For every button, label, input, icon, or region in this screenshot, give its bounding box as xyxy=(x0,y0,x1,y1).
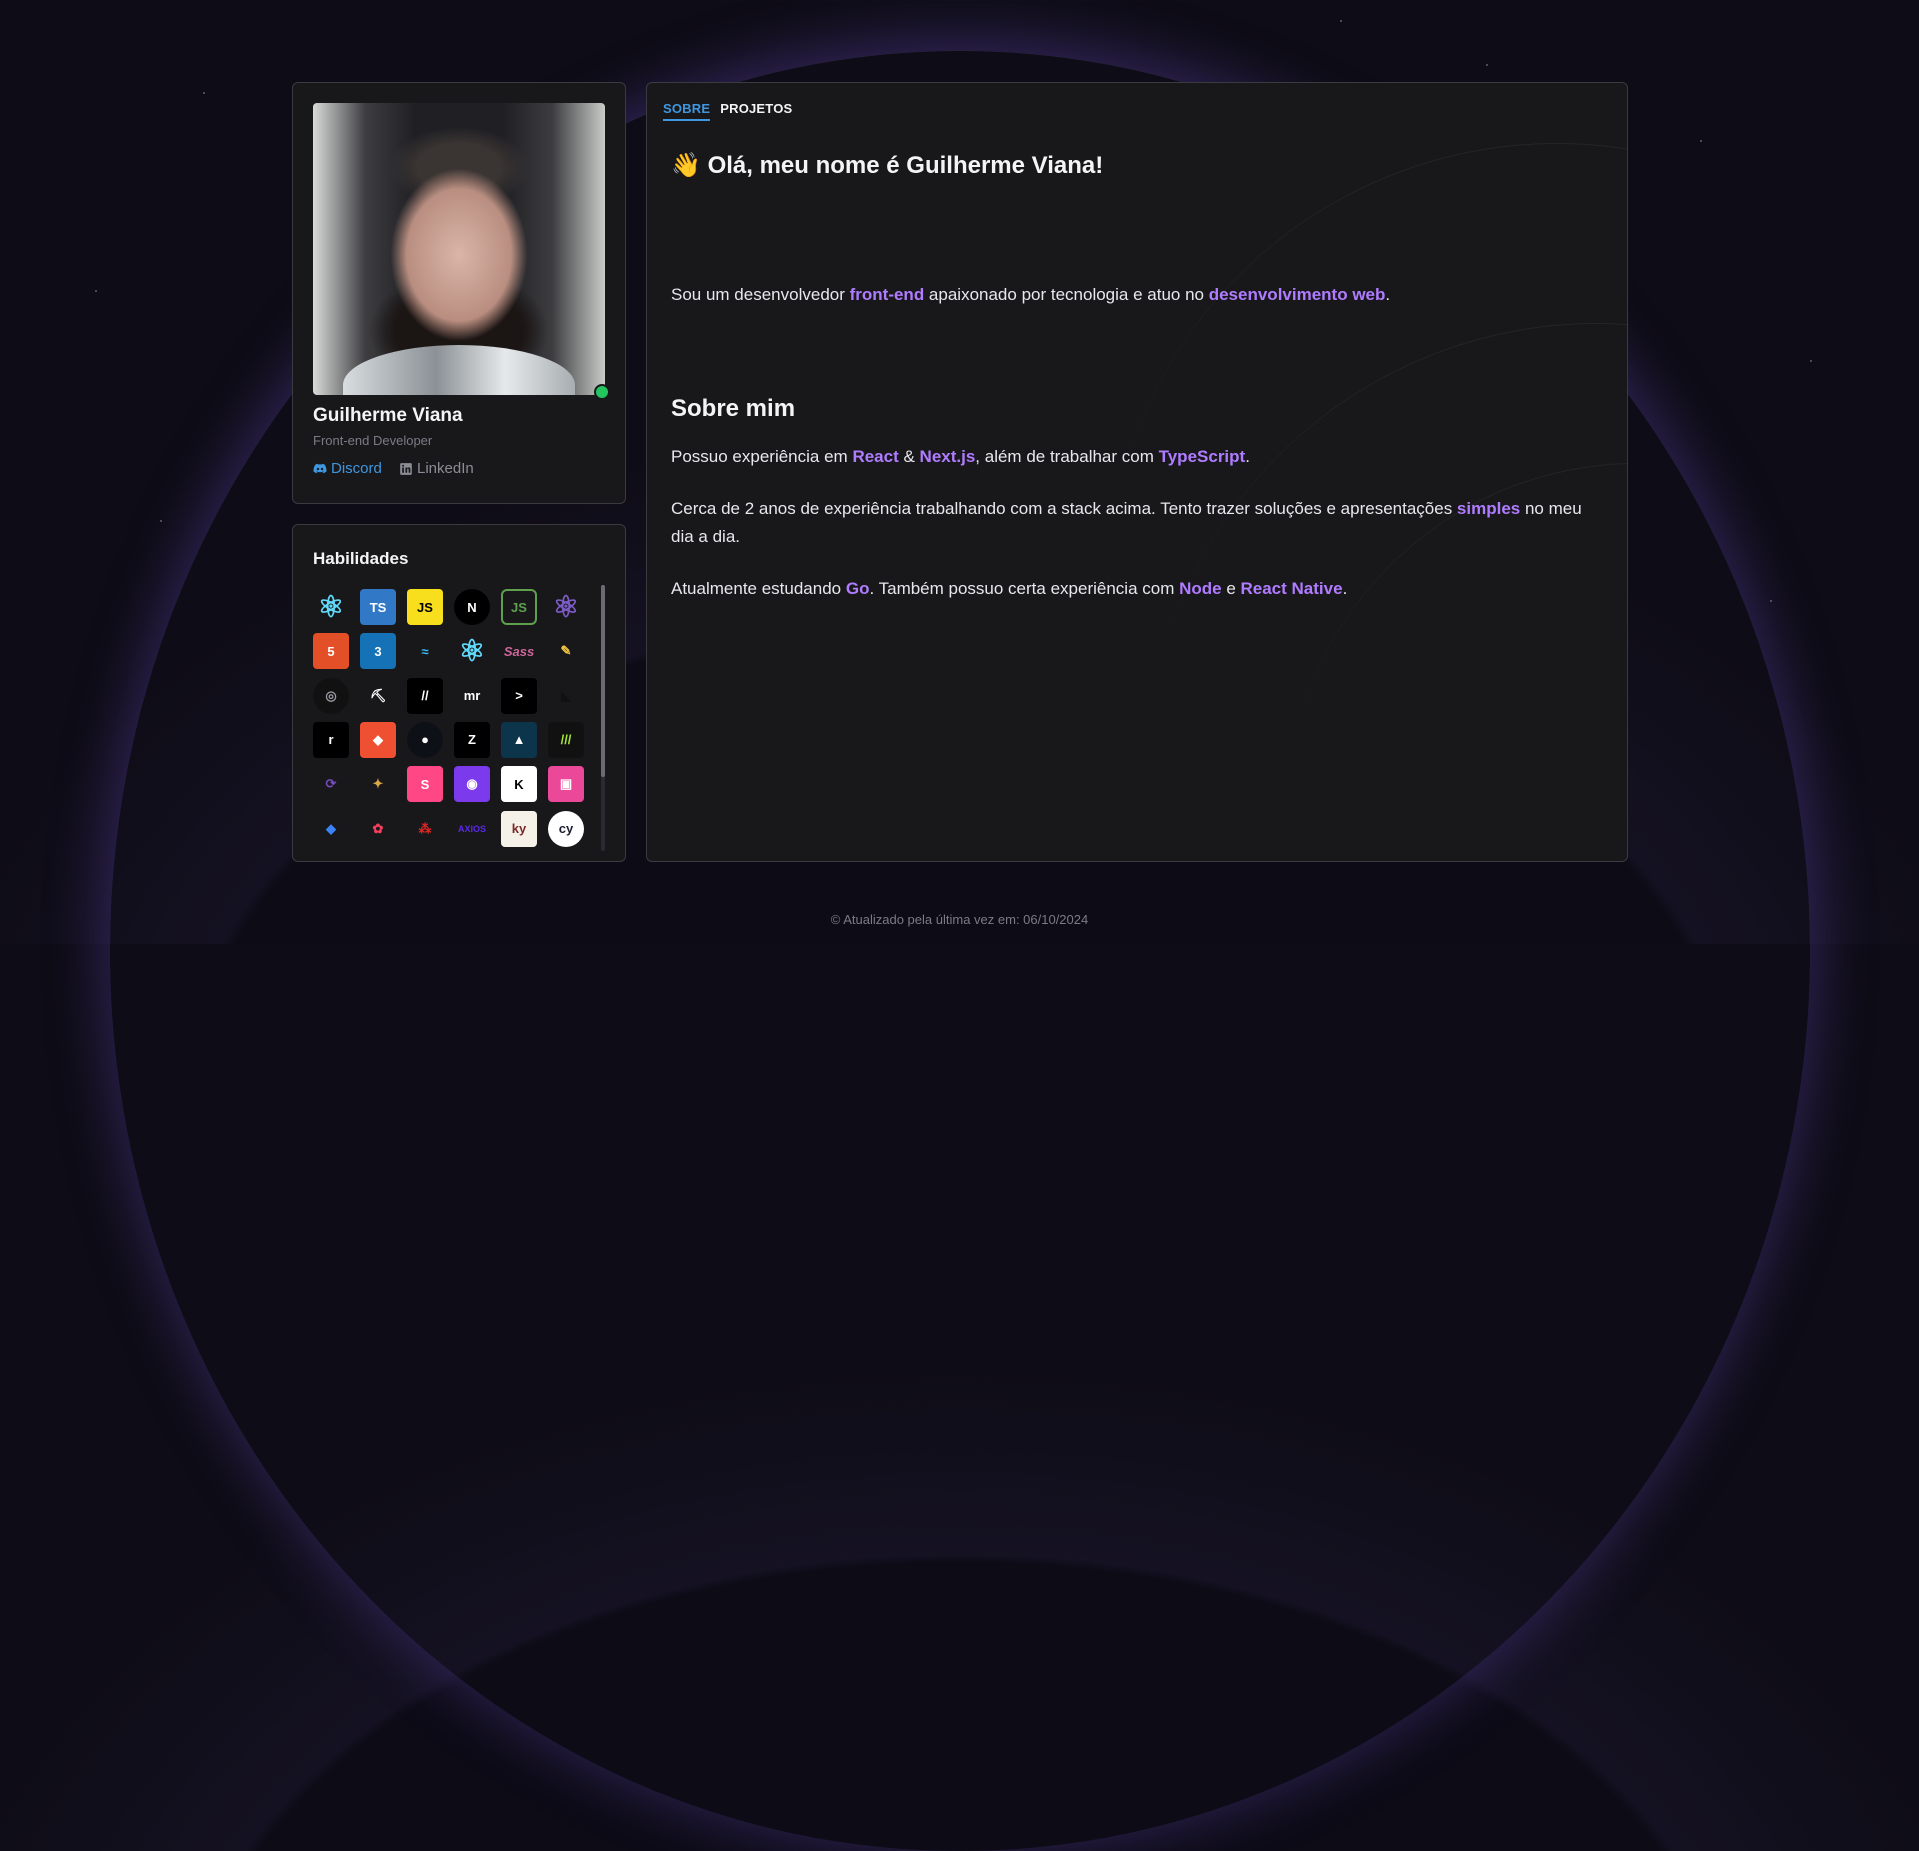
skill-storybook-icon: S xyxy=(407,766,443,803)
greeting-heading: 👋 Olá, meu nome é Guilherme Viana! xyxy=(671,151,1103,180)
intro-highlight-webdev: desenvolvimento web xyxy=(1208,285,1386,304)
skill-git-icon: ◆ xyxy=(360,721,396,758)
skill-react-native-icon: ⚛ xyxy=(458,634,486,668)
background-star xyxy=(95,290,97,292)
p1-highlight-nextjs: Next.js xyxy=(919,447,976,466)
skill-html5-icon: 5 xyxy=(313,633,349,670)
skill-stitches-icon: ◎ xyxy=(313,677,349,714)
skills-scrollbar-thumb[interactable] xyxy=(601,585,605,777)
skill-react-purple-icon: ⚛ xyxy=(552,590,580,624)
footer-updated-text: © Atualizado pela última vez em: 06/10/2… xyxy=(830,912,1089,927)
skill-zod-icon: Z xyxy=(454,721,490,758)
intro-text-1: Sou um desenvolvedor xyxy=(671,285,850,304)
experience-paragraph: Possuo experiência em React & Next.js, a… xyxy=(671,443,1250,471)
p1-highlight-typescript: TypeScript xyxy=(1158,447,1246,466)
skill-clipboard-icon: ▣ xyxy=(548,766,584,803)
skill-prisma-icon: ▲ xyxy=(501,721,537,758)
p1-text-3: , além de trabalhar com xyxy=(975,447,1159,466)
online-status-indicator xyxy=(594,384,610,400)
skill-bird-icon: ✦ xyxy=(372,776,384,792)
linkedin-link[interactable]: LinkedIn xyxy=(399,460,474,477)
skill-sass-icon: Sass xyxy=(503,643,535,659)
skill-framer-icon: ◣ xyxy=(561,687,571,703)
skill-pencil-icon: ✎ xyxy=(560,643,572,659)
skill-css3-icon: 3 xyxy=(360,633,396,670)
profile-role: Front-end Developer xyxy=(313,433,433,448)
linkedin-icon xyxy=(400,462,412,475)
about-me-heading: Sobre mim xyxy=(671,395,796,422)
waving-hand-emoji: 👋 xyxy=(671,152,701,179)
skill-dots-icon: ⁂ xyxy=(418,820,432,836)
intro-text-3: . xyxy=(1385,285,1391,304)
p3-text-4: . xyxy=(1342,579,1348,598)
skill-tailwindcss-icon: ≈ xyxy=(421,643,429,659)
skill-nextjs-icon: N xyxy=(454,589,490,625)
p1-text-4: . xyxy=(1245,447,1250,466)
linkedin-link-label: LinkedIn xyxy=(417,460,474,477)
skill-flower-icon: ✿ xyxy=(372,820,384,836)
skills-grid: ⚛ TS JS N JS ⚛ 5 3 ≈ ⚛ Sass ✎ ◎ ⛏ // mr > ◣ r ◆ ● Z ▲ /// ⟳ ✦ S ◉ K ▣… xyxy=(313,589,595,847)
skill-shadcn-icon: // xyxy=(407,677,443,714)
profile-card: Guilherme Viana Front-end Developer Disc… xyxy=(292,82,626,504)
stack-paragraph: Cerca de 2 anos de experiência trabalhan… xyxy=(671,495,1601,551)
p3-highlight-node: Node xyxy=(1179,579,1222,598)
p1-highlight-react: React xyxy=(852,447,899,466)
p3-text-1: Atualmente estudando xyxy=(671,579,846,598)
discord-link-label: Discord xyxy=(331,460,382,477)
skill-javascript-icon: JS xyxy=(407,589,443,625)
background-star xyxy=(160,520,162,522)
studying-paragraph: Atualmente estudando Go. Também possuo c… xyxy=(671,575,1347,603)
p1-text-1: Possuo experiência em xyxy=(671,447,853,466)
background-star xyxy=(1340,20,1342,22)
skill-ky-icon: ky xyxy=(501,810,537,847)
skills-card: Habilidades ⚛ TS JS N JS ⚛ 5 3 ≈ ⚛ Sass ✎ ◎ ⛏ // mr > ◣ r ◆… xyxy=(292,524,626,862)
skill-cypress-icon: cy xyxy=(548,810,584,847)
p1-text-2: & xyxy=(898,447,920,466)
tab-projetos[interactable]: PROJETOS xyxy=(720,101,792,121)
skill-pickaxe-icon: ⛏ xyxy=(369,687,387,703)
skill-knex-icon: K xyxy=(501,766,537,803)
skill-shield-icon: ◉ xyxy=(454,766,490,803)
skill-react-icon: ⚛ xyxy=(317,590,345,624)
skill-axios-icon: AXIOS xyxy=(457,823,486,834)
skill-typescript-icon: TS xyxy=(360,589,396,625)
skill-gem-icon: ◆ xyxy=(326,820,336,836)
p2-text-1: Cerca de 2 anos de experiência trabalhan… xyxy=(671,499,1457,518)
profile-photo xyxy=(313,103,605,395)
p3-highlight-go: Go xyxy=(845,579,870,598)
intro-paragraph: Sou um desenvolvedor front-end apaixonad… xyxy=(671,281,1390,309)
skill-github-icon: ● xyxy=(407,721,443,758)
skill-arrow-icon: > xyxy=(501,677,537,714)
skill-nodejs-icon: JS xyxy=(501,589,537,625)
skill-radix-icon: r xyxy=(313,721,349,758)
intro-highlight-frontend: front-end xyxy=(849,285,925,304)
skill-mr-icon: mr xyxy=(463,688,481,704)
discord-icon xyxy=(313,463,327,473)
background-star xyxy=(203,92,205,94)
background-star xyxy=(1486,64,1488,66)
p2-highlight-simples: simples xyxy=(1456,499,1521,518)
discord-link[interactable]: Discord xyxy=(313,460,382,477)
p3-highlight-react-native: React Native xyxy=(1240,579,1343,598)
intro-text-2: apaixonado por tecnologia e atuo no xyxy=(924,285,1209,304)
profile-name: Guilherme Viana xyxy=(313,405,463,426)
background-star xyxy=(1770,600,1772,602)
background-star xyxy=(1810,360,1812,362)
greeting-text: Olá, meu nome é Guilherme Viana! xyxy=(707,152,1104,179)
tab-sobre[interactable]: SOBRE xyxy=(663,101,711,121)
background-star xyxy=(1700,140,1702,142)
main-content-card: SOBRE PROJETOS 👋 Olá, meu nome é Guilher… xyxy=(646,82,1628,862)
profile-photo-shirt xyxy=(343,345,575,395)
p3-text-2: . Também possuo certa experiência com xyxy=(869,579,1180,598)
content-tabs: SOBRE PROJETOS xyxy=(663,101,792,121)
p3-text-3: e xyxy=(1221,579,1241,598)
skills-scrollbar[interactable] xyxy=(601,585,605,851)
skill-vitest-icon: /// xyxy=(548,721,584,758)
skills-title: Habilidades xyxy=(313,549,409,568)
skill-redux-icon: ⟳ xyxy=(325,776,337,792)
